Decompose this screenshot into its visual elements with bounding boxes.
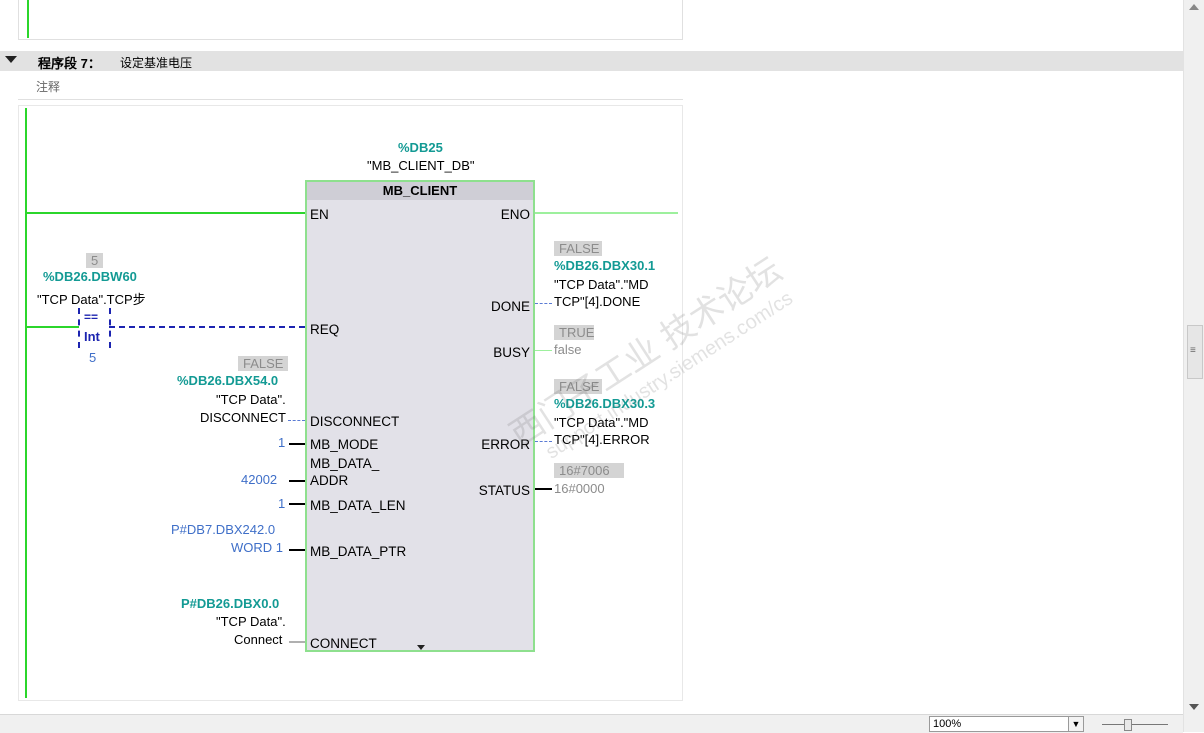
compare-constant[interactable]: 5	[89, 350, 96, 365]
scroll-up-icon[interactable]	[1189, 4, 1199, 10]
instance-db-name[interactable]: "MB_CLIENT_DB"	[367, 158, 474, 173]
connect-name-2[interactable]: Connect	[234, 632, 282, 647]
error-value: FALSE	[554, 379, 602, 394]
pin-busy: BUSY	[493, 345, 530, 360]
pin-req: REQ	[310, 322, 340, 337]
pin-mb-data-len: MB_DATA_LEN	[310, 498, 406, 513]
req-wire	[109, 326, 305, 328]
disconnect-wire	[288, 420, 305, 421]
chevron-down-icon: ▼	[1071, 719, 1081, 729]
compare-operand-address[interactable]: %DB26.DBW60	[43, 269, 137, 284]
error-address[interactable]: %DB26.DBX30.3	[554, 396, 655, 411]
mb-data-len-value[interactable]: 1	[278, 496, 285, 511]
collapse-triangle-icon[interactable]	[5, 56, 17, 63]
expand-arrow-icon[interactable]	[417, 645, 425, 650]
mb-mode-wire	[289, 443, 305, 445]
comment-label: 注释	[36, 80, 61, 94]
zoom-select[interactable]: 100%	[929, 716, 1084, 732]
error-name-2[interactable]: TCP"[4].ERROR	[554, 432, 650, 447]
pin-disconnect: DISCONNECT	[310, 414, 400, 429]
pin-done: DONE	[490, 299, 530, 314]
pin-connect: CONNECT	[310, 636, 377, 651]
connect-wire	[289, 641, 305, 643]
error-wire	[535, 441, 552, 442]
status-name[interactable]: 16#0000	[554, 481, 605, 496]
disconnect-address[interactable]: %DB26.DBX54.0	[177, 373, 278, 388]
mb-client-block[interactable]: MB_CLIENT EN ENO REQ DONE BUSY DISCONNEC…	[305, 180, 535, 652]
compare-operator: ==	[84, 310, 99, 324]
mb-data-len-wire	[289, 503, 305, 505]
mb-data-ptr-value-1[interactable]: P#DB7.DBX242.0	[171, 522, 275, 537]
pin-eno: ENO	[500, 207, 530, 222]
connect-name-1[interactable]: "TCP Data".	[216, 614, 286, 629]
pin-error: ERROR	[481, 437, 530, 452]
power-rail	[25, 108, 27, 698]
compare-wire	[27, 326, 79, 328]
compare-box[interactable]: == Int	[78, 308, 111, 348]
network-title[interactable]: 设定基准电压	[120, 54, 192, 71]
pin-en: EN	[310, 207, 329, 222]
busy-value: TRUE	[554, 325, 594, 340]
vertical-scrollbar[interactable]: ≡	[1183, 0, 1204, 732]
error-name-1[interactable]: "TCP Data"."MD	[554, 415, 649, 430]
network-label: 程序段 7：	[38, 56, 101, 71]
done-name-2[interactable]: TCP"[4].DONE	[554, 294, 640, 309]
connect-address[interactable]: P#DB26.DBX0.0	[181, 596, 279, 611]
compare-operand-name[interactable]: "TCP Data".TCP步	[37, 289, 146, 308]
disconnect-name-1[interactable]: "TCP Data".	[216, 392, 286, 407]
compare-type: Int	[84, 329, 100, 344]
busy-wire	[535, 350, 552, 351]
pin-mb-data-addr-2: ADDR	[310, 473, 349, 488]
scrollbar-thumb[interactable]: ≡	[1187, 325, 1203, 379]
zoom-dropdown-button[interactable]: ▼	[1068, 716, 1084, 732]
pin-status: STATUS	[478, 483, 530, 498]
instance-db-address[interactable]: %DB25	[398, 140, 443, 155]
eno-wire	[535, 212, 678, 214]
mb-data-addr-wire	[289, 480, 305, 482]
zoom-slider[interactable]	[1102, 719, 1168, 731]
busy-name[interactable]: false	[554, 342, 581, 357]
pin-mb-data-ptr: MB_DATA_PTR	[310, 544, 407, 559]
done-name-1[interactable]: "TCP Data"."MD	[554, 277, 649, 292]
done-wire	[535, 303, 552, 304]
mb-data-addr-value[interactable]: 42002	[241, 472, 277, 487]
done-address[interactable]: %DB26.DBX30.1	[554, 258, 655, 273]
disconnect-name-2[interactable]: DISCONNECT	[200, 410, 286, 425]
grip-icon: ≡	[1190, 345, 1196, 356]
network-header[interactable]: 程序段 7： 设定基准电压	[0, 51, 1183, 71]
mb-data-ptr-wire	[289, 549, 305, 551]
block-title: MB_CLIENT	[307, 182, 533, 200]
comment-field[interactable]: 注释	[18, 75, 683, 100]
scroll-down-icon[interactable]	[1189, 704, 1199, 710]
disconnect-value: FALSE	[238, 356, 289, 371]
zoom-value: 100%	[933, 718, 962, 730]
mb-mode-value[interactable]: 1	[278, 435, 285, 450]
mb-data-ptr-value-2[interactable]: WORD 1	[231, 540, 283, 555]
done-value: FALSE	[554, 241, 602, 256]
status-value: 16#7006	[554, 463, 624, 478]
en-wire	[27, 212, 305, 214]
pin-mb-mode: MB_MODE	[310, 437, 379, 452]
compare-operand-value: 5	[86, 253, 104, 268]
pin-mb-data-addr-1: MB_DATA_	[310, 456, 380, 471]
prev-network-frame	[18, 0, 683, 40]
zoom-slider-handle[interactable]	[1124, 719, 1132, 731]
status-wire	[535, 488, 552, 490]
prev-power-rail	[27, 0, 29, 38]
